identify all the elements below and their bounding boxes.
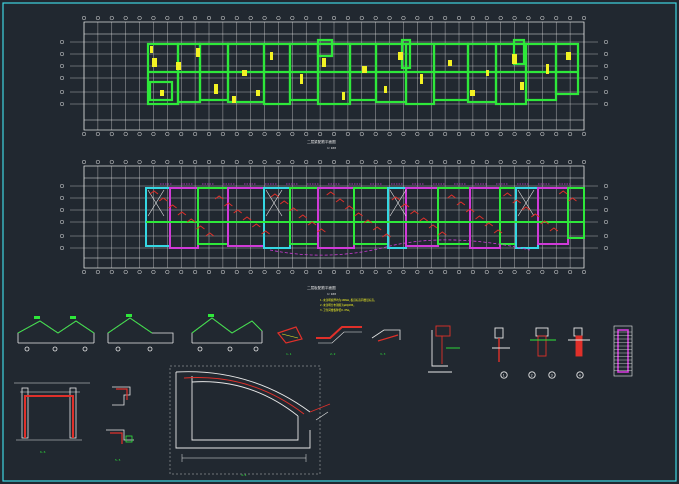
svg-text:1: 1 [503,374,505,378]
beam-tag [152,58,157,67]
beam-tag [196,48,200,57]
beam-tag [520,82,524,90]
beam-tag [398,52,403,60]
bottom-plan-caption: 二层板配筋平面图 [307,285,336,290]
beam-tag [150,46,153,53]
node-b-label: 2-2 [330,352,336,356]
beam-tag [512,54,517,64]
plan-note-3: 3.卫生间楼板降低0.05m。 [320,308,352,312]
svg-text:4: 4 [579,374,581,378]
svg-text:2: 2 [531,374,533,378]
cad-drawing-sheet: 二层梁配筋平面图 1:100 二层板配筋平面图 1:100 1.未注明板厚均为1… [0,0,679,484]
beam-tag [242,70,247,76]
plan-note-1: 1.未注明板厚均为100mm,板顶标高同楼层标高。 [320,298,377,302]
beam-tag [566,52,571,60]
top-plan-caption: 二层梁配筋平面图 [307,139,336,144]
beam-tag [546,64,549,74]
beam-tag [342,92,345,100]
beam-tag [270,52,273,60]
plan-note-2: 2.未注明分布钢筋为φ6@200。 [320,303,356,307]
beam-tag [300,74,303,84]
small-section-label: 5-5 [115,458,121,462]
beam-tag [322,58,326,67]
beam-tag [486,70,489,76]
frame-section-label: 6-6 [40,450,46,454]
svg-text:3: 3 [551,374,553,378]
beam-tag [176,62,181,70]
node-a-label: 1-1 [286,352,292,356]
beam-tag [470,90,475,96]
curved-section-label: 4-4 [241,473,247,477]
beam-tag [232,96,236,103]
beam-tag [214,84,218,94]
beam-tag [448,60,452,66]
beam-tag [256,90,260,96]
beam-tag [420,74,423,84]
top-plan-scale: 1:100 [327,146,336,150]
bottom-plan-scale: 1:100 [327,292,336,296]
beam-tag [362,66,367,73]
beam-tag [384,86,387,93]
node-c-label: 3-3 [380,352,386,356]
beam-tag [160,90,164,96]
